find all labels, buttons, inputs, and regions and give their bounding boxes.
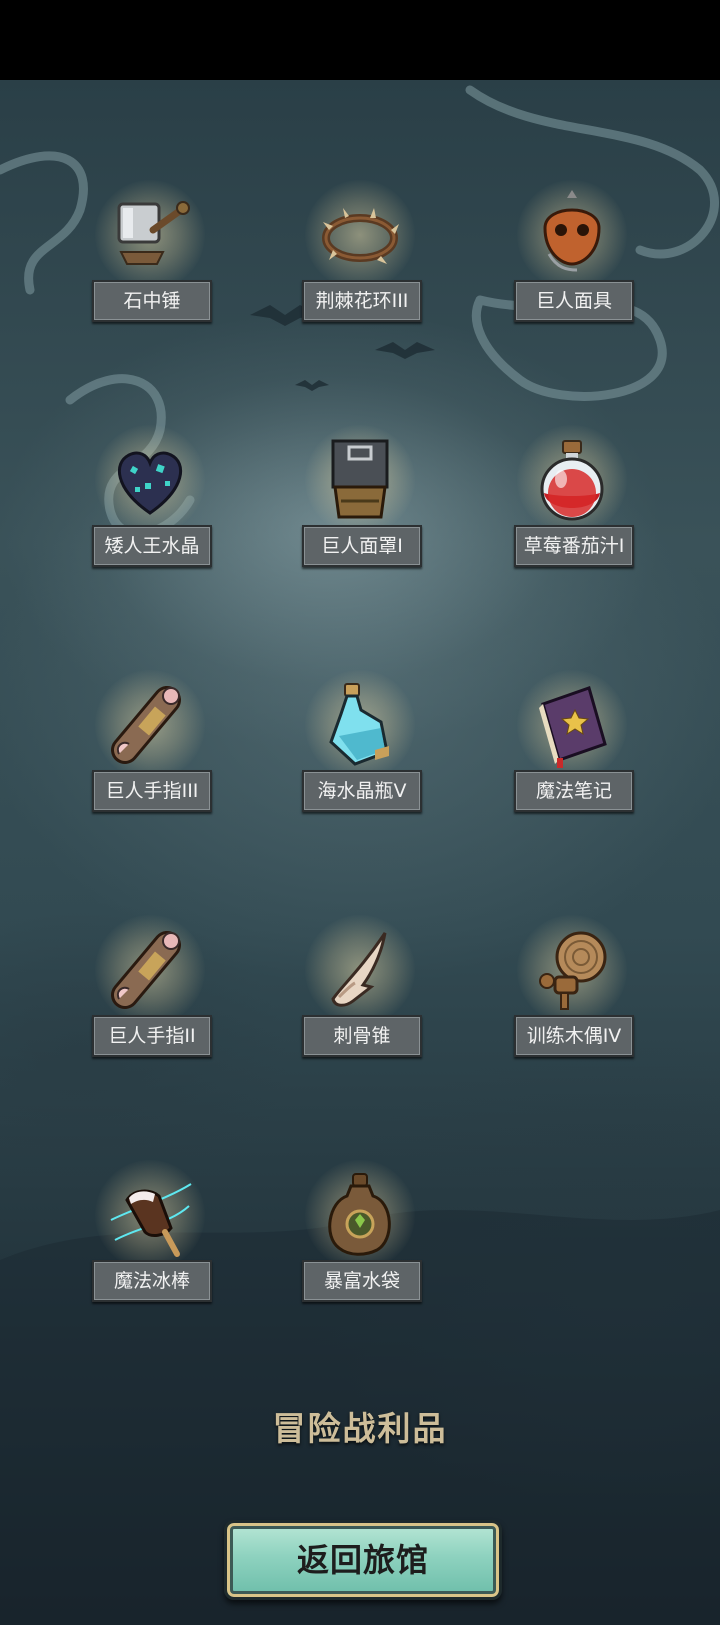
loot-item[interactable]: 训练木偶IV xyxy=(482,915,662,1085)
giant-finger-icon xyxy=(95,670,205,780)
item-label: 巨人面具 xyxy=(514,280,634,322)
loot-item[interactable]: 巨人手指III xyxy=(60,670,240,840)
training-dummy-icon xyxy=(517,915,627,1025)
item-label: 草莓番茄汁I xyxy=(514,525,634,567)
item-label: 巨人手指II xyxy=(92,1015,212,1057)
loot-item[interactable]: 巨人手指II xyxy=(60,915,240,1085)
crystal-heart-icon xyxy=(95,425,205,535)
loot-item[interactable]: 暴富水袋 xyxy=(270,1160,450,1330)
thorn-wreath-icon xyxy=(305,180,415,290)
loot-item[interactable]: 魔法笔记 xyxy=(482,670,662,840)
loot-item[interactable]: 魔法冰棒 xyxy=(60,1160,240,1330)
status-bar xyxy=(0,0,720,80)
item-label: 巨人手指III xyxy=(92,770,212,812)
bone-spike-icon xyxy=(305,915,415,1025)
loot-item[interactable]: 草莓番茄汁I xyxy=(482,425,662,595)
item-label: 魔法冰棒 xyxy=(92,1260,212,1302)
loot-item[interactable]: 矮人王水晶 xyxy=(60,425,240,595)
giant-visor-icon xyxy=(305,425,415,535)
red-potion-icon xyxy=(517,425,627,535)
loot-item[interactable]: 刺骨锥 xyxy=(270,915,450,1085)
giant-mask-icon xyxy=(517,180,627,290)
item-label: 魔法笔记 xyxy=(514,770,634,812)
item-label: 巨人面罩I xyxy=(302,525,422,567)
loot-item[interactable]: 荆棘花环III xyxy=(270,180,450,350)
item-label: 暴富水袋 xyxy=(302,1260,422,1302)
water-pouch-icon xyxy=(305,1160,415,1270)
item-label: 海水晶瓶V xyxy=(302,770,422,812)
page-title: 冒险战利品 xyxy=(272,1409,448,1448)
item-label: 刺骨锥 xyxy=(302,1015,422,1057)
magic-popsicle-icon xyxy=(95,1160,205,1270)
hammer-icon xyxy=(95,180,205,290)
giant-finger-icon xyxy=(95,915,205,1025)
item-label: 石中锤 xyxy=(92,280,212,322)
magic-book-icon xyxy=(517,670,627,780)
loot-item[interactable]: 巨人面罩I xyxy=(270,425,450,595)
loot-item[interactable]: 巨人面具 xyxy=(482,180,662,350)
item-label: 荆棘花环III xyxy=(302,280,422,322)
item-label: 矮人王水晶 xyxy=(92,525,212,567)
back-to-inn-button[interactable]: 返回旅馆 xyxy=(224,1520,502,1600)
loot-item[interactable]: 石中锤 xyxy=(60,180,240,350)
loot-item[interactable]: 海水晶瓶V xyxy=(270,670,450,840)
item-label: 训练木偶IV xyxy=(514,1015,634,1057)
blue-bottle-icon xyxy=(305,670,415,780)
